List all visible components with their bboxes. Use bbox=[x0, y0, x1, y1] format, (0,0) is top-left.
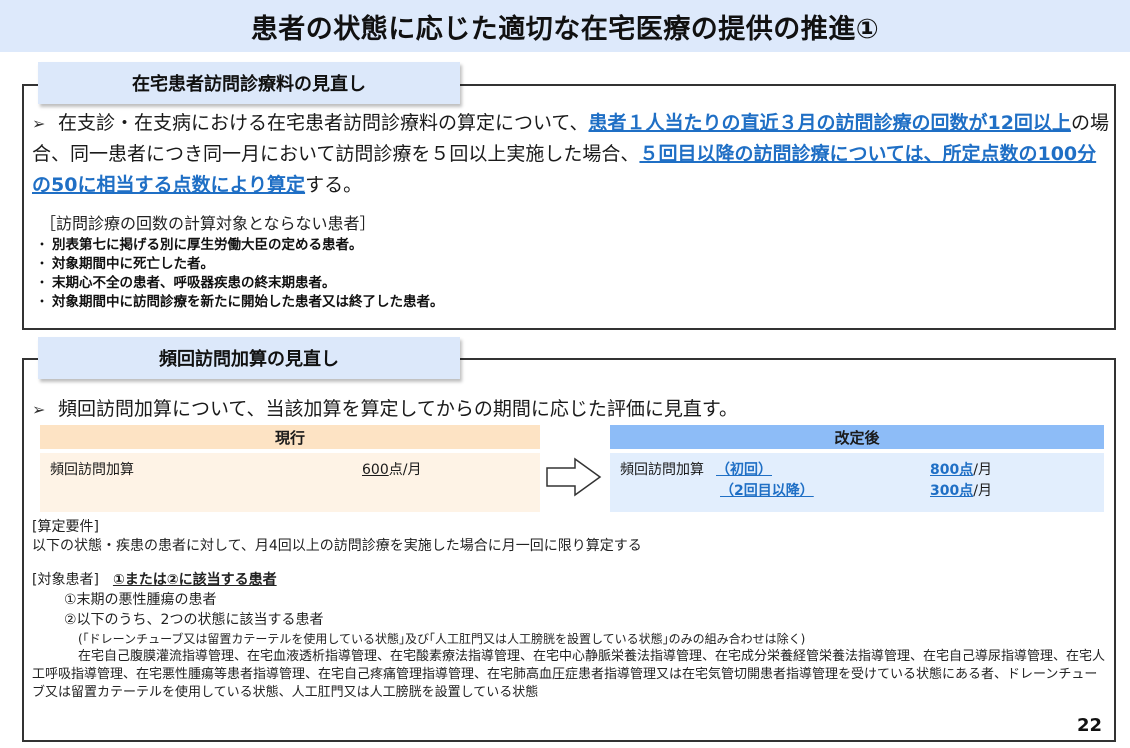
exclusion-title: ［訪問診療の回数の計算対象とならない患者］ bbox=[40, 214, 376, 233]
revised-points-first: 800点 bbox=[930, 462, 974, 478]
list-dot: ・ bbox=[35, 275, 49, 291]
revised-value-subsequent: 300点/月 bbox=[930, 480, 992, 500]
exclusion-text: 末期心不全の患者、呼吸器疾患の終末期患者。 bbox=[52, 275, 336, 291]
exclusion-text: 別表第七に掲げる別に厚生労働大臣の定める患者。 bbox=[52, 237, 363, 253]
highlight-text-1: 患者１人当たりの直近３月の訪問診療の回数が12回以上 bbox=[588, 112, 1071, 134]
current-unit: 点/月 bbox=[388, 462, 422, 478]
exclusion-text: 対象期間中に訪問診療を新たに開始した患者又は終了した患者。 bbox=[52, 294, 444, 310]
target-conditions: 在宅自己腹膜灌流指導管理、在宅血液透析指導管理、在宅酸素療法指導管理、在宅中心静… bbox=[32, 649, 1106, 700]
section-visit-fee: ➢ 在支診・在支病における在宅患者訪問診療料の算定について、患者１人当たりの直近３… bbox=[22, 84, 1116, 330]
page-number: 22 bbox=[1076, 715, 1102, 736]
exclusion-text: 対象期間中に死亡した者。 bbox=[52, 256, 214, 272]
requirement-text: 以下の状態・疾患の患者に対して、月4回以上の訪問診療を実施した場合に月一回に限り… bbox=[32, 538, 642, 554]
target-patients-block: [対象患者] ①または②に該当する患者 ①末期の悪性腫瘍の患者 ②以下のうち、2つ… bbox=[32, 570, 1107, 702]
exclusion-item: ・末期心不全の患者、呼吸器疾患の終末期患者。 bbox=[32, 274, 444, 293]
bullet-arrow-icon: ➢ bbox=[32, 400, 46, 419]
text-span: する。 bbox=[305, 174, 363, 196]
text-span: 在支診・在支病における在宅患者訪問診療料の算定について、 bbox=[58, 112, 589, 134]
current-item-value: 600点/月 bbox=[362, 459, 421, 479]
page-title: 患者の状態に応じた適切な在宅医療の提供の推進① bbox=[250, 13, 880, 45]
revised-label-first: （初回） bbox=[716, 462, 772, 478]
list-dot: ・ bbox=[35, 237, 49, 253]
section1-tab-label: 在宅患者訪問診療料の見直し bbox=[38, 62, 460, 104]
exclusion-item: ・別表第七に掲げる別に厚生労働大臣の定める患者。 bbox=[32, 236, 444, 255]
section2-main-text: ➢ 頻回訪問加算について、当該加算を算定してからの期間に応じた評価に見直す。 bbox=[32, 394, 1112, 425]
list-dot: ・ bbox=[35, 256, 49, 272]
section1-main-text: ➢ 在支診・在支病における在宅患者訪問診療料の算定について、患者１人当たりの直近３… bbox=[32, 108, 1112, 201]
current-header: 現行 bbox=[40, 425, 540, 449]
target-highlight: ①または②に該当する患者 bbox=[112, 572, 277, 588]
revised-value-first: 800点/月 bbox=[930, 459, 992, 479]
target-item-2: ②以下のうち、2つの状態に該当する患者 bbox=[64, 612, 324, 628]
current-item-name: 頻回訪問加算 bbox=[50, 462, 134, 478]
revised-body: 頻回訪問加算 （初回） （2回目以降） 800点/月 300点/月 bbox=[610, 453, 1104, 512]
list-dot: ・ bbox=[35, 294, 49, 310]
current-body: 頻回訪問加算 600点/月 bbox=[40, 453, 540, 512]
title-bar: 患者の状態に応じた適切な在宅医療の提供の推進① bbox=[0, 0, 1130, 52]
exclusion-list: ・別表第七に掲げる別に厚生労働大臣の定める患者。 ・対象期間中に死亡した者。 ・… bbox=[32, 236, 444, 312]
revised-item-name: 頻回訪問加算 bbox=[620, 462, 704, 478]
requirement-block: [算定要件] 以下の状態・疾患の患者に対して、月4回以上の訪問診療を実施した場合… bbox=[32, 518, 642, 556]
current-points: 600 bbox=[362, 462, 389, 478]
exclusion-item: ・対象期間中に訪問診療を新たに開始した患者又は終了した患者。 bbox=[32, 293, 444, 312]
target-item-1: ①末期の悪性腫瘍の患者 bbox=[64, 592, 217, 608]
requirement-title: [算定要件] bbox=[32, 519, 99, 535]
text-span: 頻回訪問加算について、当該加算を算定してからの期間に応じた評価に見直す。 bbox=[58, 398, 739, 420]
bullet-arrow-icon: ➢ bbox=[32, 114, 46, 133]
target-header: [対象患者] ①または②に該当する患者 bbox=[32, 570, 1107, 590]
target-title: [対象患者] bbox=[32, 572, 99, 588]
revised-unit: /月 bbox=[973, 462, 992, 478]
revised-unit: /月 bbox=[973, 483, 992, 499]
revised-points-subsequent: 300点 bbox=[930, 483, 974, 499]
right-arrow-icon bbox=[546, 457, 602, 497]
target-note: (｢ドレーンチューブ又は留置カテーテルを使用している状態｣及び｢人工肛門又は人工… bbox=[78, 632, 806, 646]
revised-header: 改定後 bbox=[610, 425, 1104, 449]
section2-tab-label: 頻回訪問加算の見直し bbox=[38, 337, 460, 379]
section-frequent-visit: ➢ 頻回訪問加算について、当該加算を算定してからの期間に応じた評価に見直す。 現行… bbox=[22, 358, 1116, 742]
revised-label-subsequent: （2回目以降） bbox=[720, 483, 814, 499]
exclusion-item: ・対象期間中に死亡した者。 bbox=[32, 255, 444, 274]
